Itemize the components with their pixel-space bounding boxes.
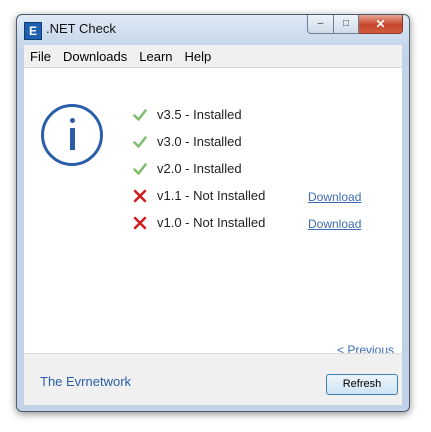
cross-icon <box>133 216 147 230</box>
footer-bar: The Evrnetwork Refresh <box>24 353 402 405</box>
minimize-button[interactable]: – <box>307 15 334 34</box>
app-logo-icon: E <box>24 22 42 40</box>
window-title: .NET Check <box>46 21 116 36</box>
app-window: E .NET Check – □ ✕ File Downloads Learn … <box>16 14 410 412</box>
version-row: v3.5 - Installed <box>133 105 393 125</box>
evrnetwork-link[interactable]: The Evrnetwork <box>40 374 131 389</box>
menu-downloads[interactable]: Downloads <box>57 49 133 64</box>
version-status-text: v1.1 - Not Installed <box>157 188 266 203</box>
version-status-text: v3.0 - Installed <box>157 134 242 149</box>
menu-file[interactable]: File <box>24 49 57 64</box>
window-controls: – □ ✕ <box>307 15 403 34</box>
version-status-text: v3.5 - Installed <box>157 107 242 122</box>
cross-icon <box>133 189 147 203</box>
info-icon <box>41 104 103 166</box>
refresh-button[interactable]: Refresh <box>326 374 398 395</box>
maximize-button[interactable]: □ <box>334 15 359 34</box>
check-icon <box>133 109 147 121</box>
check-icon <box>133 136 147 148</box>
version-row: v2.0 - Installed <box>133 159 393 179</box>
main-content: v3.5 - Installed v3.0 - Installed v2.0 -… <box>24 68 402 357</box>
version-status-text: v1.0 - Not Installed <box>157 215 266 230</box>
download-link-v1-0[interactable]: Download <box>308 217 361 231</box>
menu-learn[interactable]: Learn <box>133 49 178 64</box>
menu-bar: File Downloads Learn Help <box>24 45 402 68</box>
version-row: v3.0 - Installed <box>133 132 393 152</box>
title-bar[interactable]: E .NET Check – □ ✕ <box>17 15 409 45</box>
version-row: v1.1 - Not Installed Download <box>133 186 393 206</box>
version-status-text: v2.0 - Installed <box>157 161 242 176</box>
download-link-v1-1[interactable]: Download <box>308 190 361 204</box>
version-row: v1.0 - Not Installed Download <box>133 213 393 233</box>
check-icon <box>133 163 147 175</box>
close-button[interactable]: ✕ <box>359 15 403 34</box>
menu-help[interactable]: Help <box>179 49 218 64</box>
